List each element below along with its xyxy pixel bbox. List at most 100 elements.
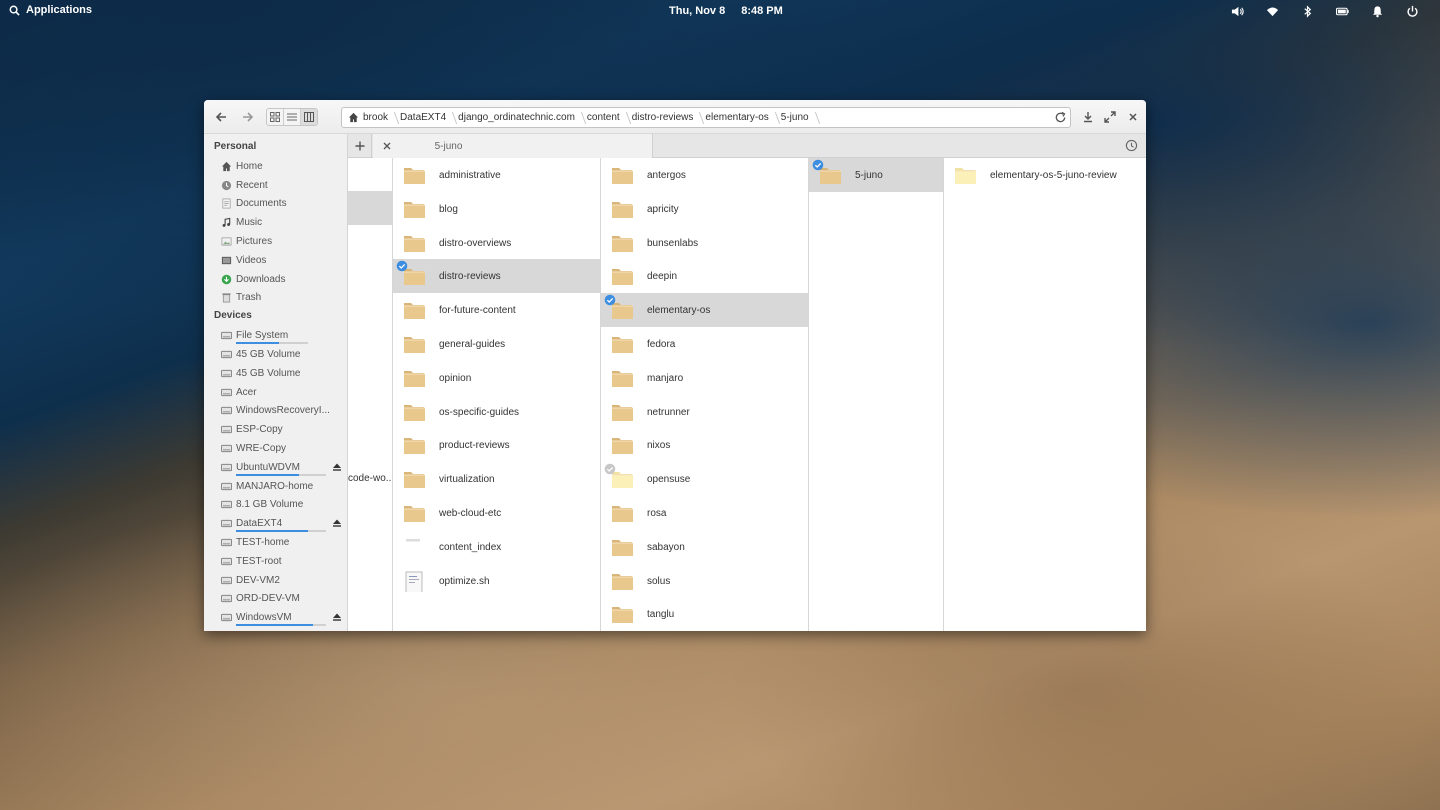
icon-view-button[interactable] [267, 109, 284, 125]
download-button[interactable] [1080, 109, 1096, 125]
list-item[interactable]: optimize.sh [393, 564, 600, 598]
eject-icon[interactable] [332, 612, 342, 622]
selected-check-icon[interactable] [604, 294, 616, 306]
list-item[interactable]: fedora [601, 327, 808, 361]
list-item[interactable]: apricity [601, 192, 808, 226]
sidebar-item-documents[interactable]: Documents [204, 195, 347, 214]
applications-menu-button[interactable]: Applications [9, 4, 92, 16]
sidebar-item-music[interactable]: Music [204, 213, 347, 232]
sidebar-device-item[interactable]: ESP-Copy [204, 420, 347, 439]
breadcrumb-item[interactable]: DataEXT4 [394, 108, 452, 127]
sidebar-item-trash[interactable]: Trash [204, 289, 347, 308]
list-item[interactable]: general-guides [393, 327, 600, 361]
clock[interactable]: Thu, Nov 8 8:48 PM [669, 5, 783, 17]
list-item[interactable]: administrative [393, 158, 600, 192]
volume-icon[interactable] [1220, 4, 1255, 18]
bluetooth-icon[interactable] [1290, 4, 1325, 18]
closed-tabs-button[interactable] [1125, 139, 1138, 152]
select-check-icon[interactable] [604, 463, 616, 475]
videos-icon [221, 256, 232, 265]
breadcrumb-item[interactable]: django_ordinatechnic.com [452, 108, 581, 127]
selected-check-icon[interactable] [396, 260, 408, 272]
list-view-button[interactable] [284, 109, 301, 125]
sidebar-device-item[interactable]: DataEXT4 [204, 514, 347, 533]
folder-icon [955, 168, 976, 184]
arrow-right-icon [243, 112, 254, 122]
list-item[interactable]: rosa [601, 496, 808, 530]
list-item[interactable]: bunsenlabs [601, 226, 808, 260]
forward-button[interactable] [240, 109, 256, 125]
list-item-label: elementary-os [647, 305, 711, 317]
sidebar-device-item[interactable]: TEST-root [204, 552, 347, 571]
list-item[interactable]: opinion [393, 361, 600, 395]
list-item[interactable]: distro-overviews [393, 226, 600, 260]
sidebar-device-item[interactable]: 45 GB Volume [204, 364, 347, 383]
drive-icon [221, 482, 232, 490]
location-bar[interactable]: brook DataEXT4 django_ordinatechnic.com … [341, 107, 1071, 128]
tab-close-button[interactable] [379, 138, 395, 154]
sidebar-device-item[interactable]: 8.1 GB Volume [204, 496, 347, 515]
sidebar-device-item[interactable]: 45 GB Volume [204, 345, 347, 364]
text-file-icon [406, 538, 420, 542]
list-item[interactable]: opensuse [601, 462, 808, 496]
maximize-button[interactable] [1102, 109, 1118, 125]
list-item[interactable]: for-future-content [393, 293, 600, 327]
list-item[interactable]: 5-juno [809, 158, 943, 192]
list-item[interactable]: antergos [601, 158, 808, 192]
battery-icon[interactable] [1325, 4, 1360, 18]
documents-icon [222, 199, 231, 209]
list-item[interactable]: deepin [601, 259, 808, 293]
sidebar-item-downloads[interactable]: Downloads [204, 270, 347, 289]
list-item[interactable]: manjaro [601, 361, 808, 395]
list-item[interactable]: elementary-os [601, 293, 808, 328]
list-item[interactable]: solus [601, 564, 808, 598]
reload-button[interactable] [1054, 111, 1067, 124]
power-icon[interactable] [1395, 4, 1430, 18]
wifi-icon[interactable] [1255, 4, 1290, 18]
list-item[interactable]: elementary-os-5-juno-review [944, 158, 1146, 192]
new-tab-button[interactable] [348, 134, 372, 157]
sidebar-item-label: WindowsVM [236, 612, 292, 624]
column-view-button[interactable] [301, 109, 317, 125]
sidebar-item-pictures[interactable]: Pictures [204, 232, 347, 251]
sidebar-device-item[interactable]: WRE-Copy [204, 439, 347, 458]
sidebar-device-item[interactable]: WindowsRecoveryI... [204, 402, 347, 421]
breadcrumb-home[interactable]: brook [342, 108, 394, 127]
sidebar-device-item[interactable]: WindowsVM [204, 608, 347, 627]
folder-icon [612, 337, 633, 353]
list-item[interactable]: product-reviews [393, 428, 600, 462]
breadcrumb-item[interactable]: elementary-os [699, 108, 774, 127]
list-item[interactable]: netrunner [601, 395, 808, 429]
sidebar-item-videos[interactable]: Videos [204, 251, 347, 270]
list-item[interactable]: nixos [601, 428, 808, 462]
list-item[interactable]: os-specific-guides [393, 395, 600, 429]
list-item[interactable]: sabayon [601, 530, 808, 564]
list-item[interactable]: blog [393, 192, 600, 226]
eject-icon[interactable] [332, 518, 342, 528]
list-item[interactable]: content_index [393, 530, 600, 564]
notifications-icon[interactable] [1360, 4, 1395, 18]
list-item[interactable]: distro-reviews [393, 259, 600, 294]
sidebar-device-item[interactable]: Acer [204, 383, 347, 402]
sidebar-device-item[interactable]: TEST-home [204, 533, 347, 552]
list-item[interactable]: tanglu [601, 597, 808, 631]
list-item[interactable]: virtualization [393, 462, 600, 496]
close-button[interactable] [1125, 109, 1141, 125]
sidebar-device-item[interactable]: UbuntuWDVM [204, 458, 347, 477]
sidebar-device-item[interactable]: ORD-DEV-VM [204, 590, 347, 609]
breadcrumb-item[interactable]: 5-juno [775, 108, 815, 127]
sidebar-device-item[interactable]: File System [204, 326, 347, 345]
sidebar-device-item[interactable]: DEV-VM2 [204, 571, 347, 590]
selected-check-icon[interactable] [812, 159, 824, 171]
list-item[interactable]: web-cloud-etc [393, 496, 600, 530]
breadcrumb-item[interactable]: content [581, 108, 626, 127]
back-button[interactable] [213, 109, 229, 125]
sidebar-item-home[interactable]: Home [204, 157, 347, 176]
sidebar-device-item[interactable]: MANJARO-home [204, 477, 347, 496]
list-item[interactable]: code-wo... [348, 461, 392, 495]
sidebar-item-recent[interactable]: Recent [204, 176, 347, 195]
tab-5-juno[interactable]: 5-juno [373, 134, 653, 158]
breadcrumb-item[interactable]: distro-reviews [626, 108, 700, 127]
eject-icon[interactable] [332, 462, 342, 472]
list-item[interactable] [348, 191, 392, 225]
